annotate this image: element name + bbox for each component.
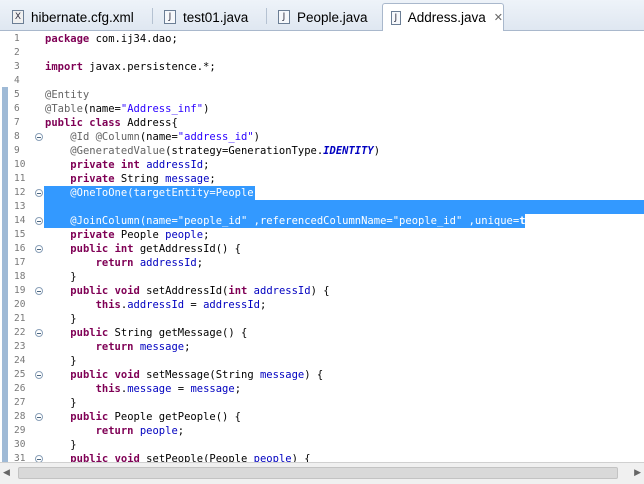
line-number: 20	[14, 299, 26, 310]
code-line[interactable]: @JoinColumn(name="people_id" ,referenced…	[45, 214, 551, 228]
code-line[interactable]: private String message;	[45, 172, 215, 186]
tab-people-java[interactable]: J People.java	[270, 4, 378, 30]
line-number: 28	[14, 411, 26, 422]
tab-separator	[266, 8, 267, 24]
tab-hibernate-cfg-xml[interactable]: X hibernate.cfg.xml	[4, 4, 149, 30]
horizontal-scrollbar[interactable]: ◀ ▶	[0, 462, 644, 484]
code-line[interactable]: public String getMessage() {	[45, 326, 247, 340]
code-editor[interactable]: 1 package com.ij34.dao; 2 3 import javax.per…	[0, 31, 644, 462]
code-line[interactable]: private People people;	[45, 228, 209, 242]
line-number: 27	[14, 397, 26, 408]
fold-toggle-icon[interactable]	[35, 133, 43, 141]
fold-toggle-icon[interactable]	[35, 413, 43, 421]
line-number: 15	[14, 229, 26, 240]
line-number: 30	[14, 439, 26, 450]
line-number: 24	[14, 355, 26, 366]
tab-label: hibernate.cfg.xml	[31, 9, 134, 25]
code-line[interactable]: return people;	[45, 424, 185, 438]
code-line[interactable]: }	[45, 312, 76, 326]
code-line[interactable]: }	[45, 270, 76, 284]
code-line[interactable]: public void setMessage(String message) {	[45, 368, 323, 382]
code-line[interactable]: public void setAddressId(int addressId) …	[45, 284, 329, 298]
line-number: 19	[14, 285, 26, 296]
java-file-icon: J	[278, 10, 290, 24]
line-number: 7	[14, 117, 20, 128]
code-line[interactable]: @Id @Column(name="address_id")	[45, 130, 260, 144]
selection-highlight	[44, 200, 644, 214]
fold-toggle-icon[interactable]	[35, 189, 43, 197]
code-line[interactable]: private int addressId;	[45, 158, 209, 172]
line-number: 9	[14, 145, 20, 156]
line-number: 22	[14, 327, 26, 338]
close-icon[interactable]: ✕	[494, 11, 503, 24]
change-marker-band	[2, 87, 8, 462]
code-line[interactable]: }	[45, 438, 76, 452]
line-number: 31	[14, 453, 26, 462]
code-line[interactable]: @Entity	[45, 88, 89, 102]
java-file-icon: J	[391, 10, 401, 25]
line-number: 13	[14, 201, 26, 212]
code-line[interactable]: @GeneratedValue(strategy=GenerationType.…	[45, 144, 380, 158]
line-number: 25	[14, 369, 26, 380]
tab-address-java[interactable]: J Address.java ✕	[382, 3, 504, 31]
line-number: 21	[14, 313, 26, 324]
tab-label: People.java	[297, 9, 368, 25]
code-line[interactable]: @Table(name="Address_inf")	[45, 102, 209, 116]
scroll-right-icon[interactable]: ▶	[634, 468, 641, 478]
tab-test01-java[interactable]: J test01.java	[156, 4, 261, 30]
code-line[interactable]: public class Address{	[45, 116, 178, 130]
code-line[interactable]: }	[45, 354, 76, 368]
fold-toggle-icon[interactable]	[35, 287, 43, 295]
code-line[interactable]: public People getPeople() {	[45, 410, 241, 424]
tab-label: test01.java	[183, 9, 249, 25]
line-number: 12	[14, 187, 26, 198]
line-number: 6	[14, 103, 20, 114]
code-line[interactable]: this.addressId = addressId;	[45, 298, 267, 312]
line-number: 8	[14, 131, 20, 142]
code-line[interactable]: import javax.persistence.*;	[45, 60, 216, 74]
line-number: 5	[14, 89, 20, 100]
line-number: 16	[14, 243, 26, 254]
code-line[interactable]: }	[45, 396, 76, 410]
code-line[interactable]: public void setPeople(People people) {	[45, 452, 310, 462]
code-line[interactable]: this.message = message;	[45, 382, 241, 396]
code-line[interactable]: @OneToOne(targetEntity=People.class)	[45, 186, 298, 200]
overview-ruler	[0, 31, 10, 462]
editor-tab-bar: X hibernate.cfg.xml J test01.java J Peop…	[0, 0, 644, 31]
fold-toggle-icon[interactable]	[35, 329, 43, 337]
line-number: 14	[14, 215, 26, 226]
line-number: 29	[14, 425, 26, 436]
fold-toggle-icon[interactable]	[35, 371, 43, 379]
fold-toggle-icon[interactable]	[35, 455, 43, 462]
tab-label: Address.java	[407, 10, 486, 25]
code-line[interactable]: public int getAddressId() {	[45, 242, 241, 256]
scroll-left-icon[interactable]: ◀	[3, 468, 10, 478]
line-number: 26	[14, 383, 26, 394]
tab-separator	[152, 8, 153, 24]
scrollbar-thumb[interactable]	[18, 467, 618, 479]
line-number: 2	[14, 47, 20, 58]
line-number: 17	[14, 257, 26, 268]
code-line[interactable]: return message;	[45, 340, 191, 354]
line-number: 11	[14, 173, 26, 184]
fold-toggle-icon[interactable]	[35, 245, 43, 253]
fold-toggle-icon[interactable]	[35, 217, 43, 225]
line-number: 23	[14, 341, 26, 352]
code-line[interactable]: return addressId;	[45, 256, 204, 270]
line-number: 18	[14, 271, 26, 282]
xml-file-icon: X	[12, 10, 24, 24]
code-line[interactable]: package com.ij34.dao;	[45, 32, 178, 46]
line-number: 1	[14, 33, 20, 44]
java-file-icon: J	[164, 10, 176, 24]
line-number: 10	[14, 159, 26, 170]
line-number: 4	[14, 75, 20, 86]
line-number: 3	[14, 61, 20, 72]
